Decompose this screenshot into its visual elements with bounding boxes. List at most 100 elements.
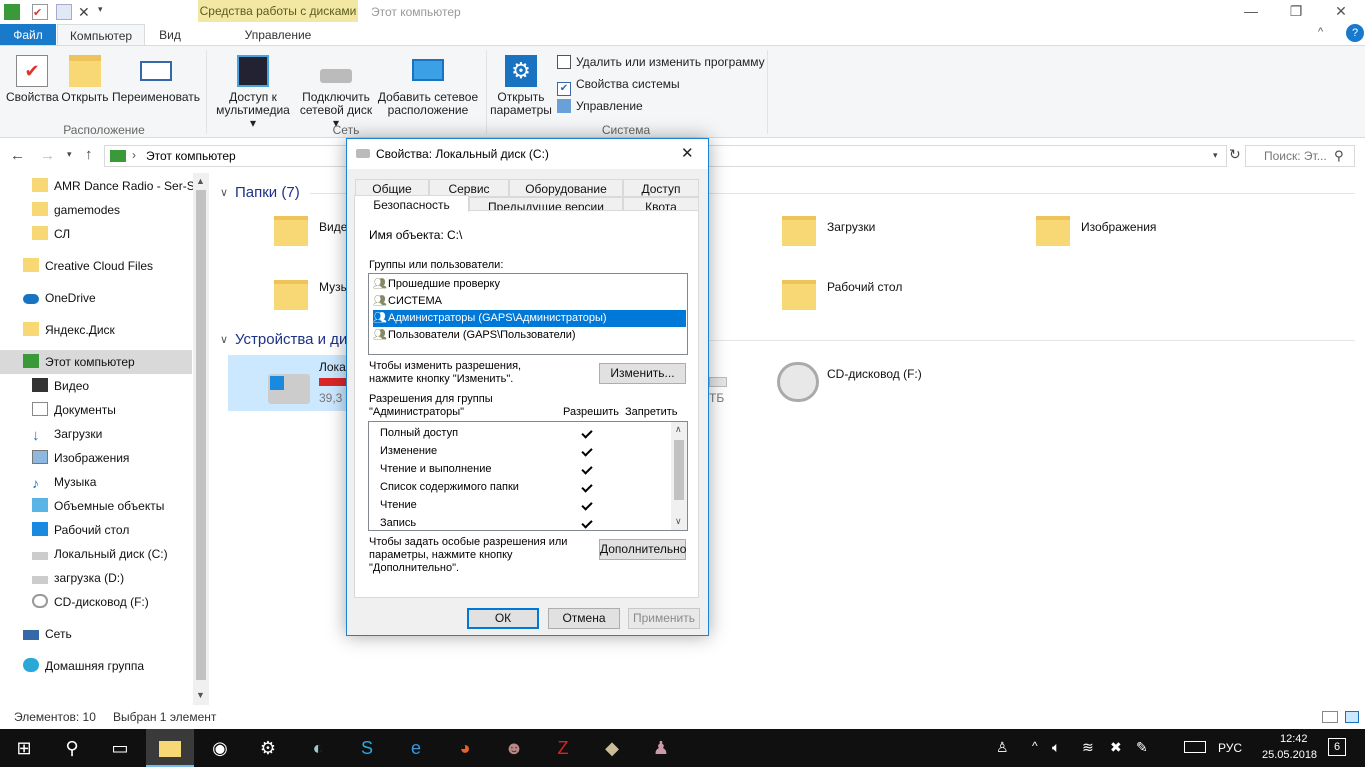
folder-downloads-label[interactable]: Загрузки [827,220,875,234]
open-settings-button[interactable]: ⚙ Открыть параметры [490,55,552,117]
dialog-title-bar[interactable]: Свойства: Локальный диск (C:) ✕ [347,139,708,169]
notification-center-icon[interactable]: 6 [1328,738,1346,756]
dialog-close-icon[interactable]: ✕ [681,139,694,169]
show-hidden-icons[interactable]: ^ [1032,739,1038,753]
task-view-icon[interactable]: ▭ [96,729,144,767]
tab-file[interactable]: Файл [0,24,56,46]
desktop-folder-icon[interactable] [782,280,816,310]
clock-date[interactable]: 25.05.2018 [1262,749,1317,761]
advanced-button[interactable]: Дополнительно [599,539,686,560]
minimize-button[interactable]: — [1228,0,1274,22]
list-item[interactable]: 👥︎Пользователи (GAPS\Пользователи) [373,327,576,344]
tab-manage[interactable]: Управление [198,24,358,46]
images-folder-icon[interactable] [1036,216,1070,246]
folder-music-label[interactable]: Музы [319,280,349,294]
system-properties-button[interactable]: ✔ Свойства системы [557,74,680,96]
rename-button[interactable]: Переименовать [112,55,200,104]
permissions-scrollbar-thumb[interactable] [674,440,684,500]
collapse-chevron-icon[interactable]: ∨ [220,333,228,346]
uninstall-program-button[interactable]: Удалить или изменить программу [557,52,765,72]
tab-security[interactable]: Безопасность [354,195,469,212]
nav-item-images[interactable]: Изображения [32,446,129,470]
properties-qat-icon[interactable]: ✔ [32,4,48,20]
add-network-location-button[interactable]: Добавить сетевое расположение [376,55,480,117]
scroll-down-icon[interactable]: ▼ [196,690,205,700]
scroll-up-icon[interactable]: ▲ [196,176,205,186]
change-button[interactable]: Изменить... [599,363,686,384]
tab-view[interactable]: Вид [148,24,192,46]
nav-item-yandex-disk[interactable]: Яндекс.Диск [23,318,115,342]
properties-button[interactable]: ✔ Свойства [6,55,59,104]
nav-item-sl[interactable]: СЛ [32,222,70,246]
nav-item-network[interactable]: Сеть [23,622,72,646]
browser-app-icon[interactable]: ◕ [441,729,489,767]
pen-icon[interactable]: ✎ [1136,739,1148,756]
list-item[interactable]: 👥︎СИСТЕМА [373,293,442,310]
volume-icon[interactable]: 🔈︎ [1052,739,1060,756]
folder-images-label[interactable]: Изображения [1081,220,1156,234]
wifi-icon[interactable]: ≋ [1082,739,1094,756]
scroll-down-icon[interactable]: ∨ [675,516,682,527]
collapse-ribbon-icon[interactable]: ^ [1318,26,1338,38]
breadcrumb[interactable]: Этот компьютер [146,149,236,163]
folder-desktop-label[interactable]: Рабочий стол [827,280,902,294]
nav-item-downloads[interactable]: ↓ Загрузки [32,422,102,446]
keyboard-icon[interactable] [1184,741,1206,753]
folders-section-header[interactable]: Папки (7) [235,184,300,201]
tab-computer[interactable]: Компьютер [57,24,145,46]
media-access-button[interactable]: Доступ к мультимедиа ▾ [212,55,294,130]
map-drive-button[interactable]: Подключить сетевой диск ▾ [296,55,376,130]
explorer-icon[interactable] [4,4,20,20]
ok-button[interactable]: ОК [467,608,539,629]
edge-browser-icon[interactable]: e [392,729,440,767]
bandicam-app-icon[interactable]: ⚙ [244,729,292,767]
cancel-button[interactable]: Отмена [548,608,620,629]
folder-video-label[interactable]: Виде [319,220,347,234]
search-taskbar-icon[interactable]: ⚲ [48,729,96,767]
nav-item-homegroup[interactable]: Домашняя группа [23,654,144,678]
music-folder-icon[interactable] [274,280,308,310]
nav-item-documents[interactable]: Документы [32,398,116,422]
back-arrow-icon[interactable]: ← [10,147,25,164]
forward-arrow-icon[interactable]: → [40,147,55,164]
steam-app-icon[interactable]: ◐ [294,729,342,767]
nav-item-cd-drive[interactable]: CD-дисковод (F:) [32,590,149,614]
cd-drive-icon[interactable] [777,362,819,402]
clock-time[interactable]: 12:42 [1280,733,1308,745]
open-button[interactable]: Открыть [60,55,110,104]
nav-item-amr-dance-radio[interactable]: AMR Dance Radio - Ser-S_t [32,174,205,198]
chess-app-icon[interactable]: ♟ [637,729,685,767]
skype-app-icon[interactable]: S [343,729,391,767]
list-item[interactable]: 👥︎Прошедшие проверку [373,276,500,293]
downloads-folder-icon[interactable] [782,216,816,246]
nav-item-disk-d[interactable]: загрузка (D:) [32,566,124,590]
tab-hardware[interactable]: Оборудование [509,179,623,197]
manage-button[interactable]: Управление [557,96,643,116]
people-icon[interactable]: ♙ [996,739,1009,756]
details-view-icon[interactable] [1322,711,1338,723]
nav-item-music[interactable]: ♪ Музыка [32,470,96,494]
start-windows-icon[interactable]: ⊞ [0,729,48,767]
up-arrow-icon[interactable]: ↑ [85,146,93,163]
maximize-button[interactable]: ❐ [1273,0,1319,22]
help-icon[interactable]: ? [1346,24,1364,42]
file-explorer-taskbar-icon[interactable] [146,729,194,767]
permissions-list[interactable]: Полный доступ Изменение Чтение и выполне… [368,421,688,531]
close-button[interactable]: ✕ [1318,0,1364,22]
language-indicator[interactable]: РУС [1218,741,1242,755]
qat-dropdown-icon[interactable]: ▾ [98,4,114,20]
tiles-view-icon[interactable] [1345,711,1359,723]
network-status-icon[interactable]: ✖ [1110,739,1122,756]
filezilla-app-icon[interactable]: Z [539,729,587,767]
game-app-icon[interactable]: ☻ [490,729,538,767]
video-folder-icon[interactable] [274,216,308,246]
nav-item-desktop[interactable]: Рабочий стол [32,518,129,542]
recent-locations-icon[interactable]: ▾ [67,149,72,160]
refresh-icon[interactable]: ↻ [1229,146,1241,163]
groups-listbox[interactable]: 👥︎Прошедшие проверку 👥︎СИСТЕМА 👥︎Админис… [368,273,688,355]
scroll-up-icon[interactable]: ∧ [675,424,682,435]
apply-button[interactable]: Применить [628,608,700,629]
record-app-icon[interactable]: ◉ [196,729,244,767]
address-dropdown-icon[interactable]: ▾ [1213,150,1218,161]
nav-item-this-pc[interactable]: Этот компьютер [23,350,135,374]
